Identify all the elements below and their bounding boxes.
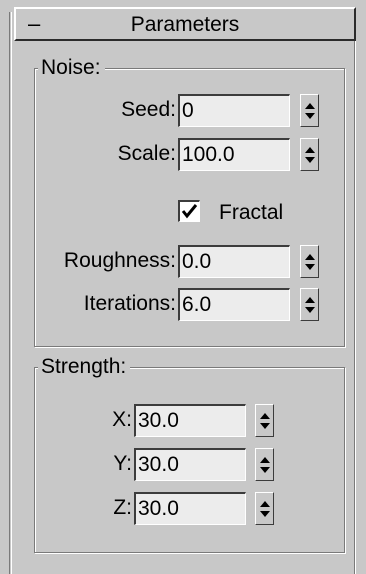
- spinner-up-icon[interactable]: [305, 297, 315, 303]
- spinner-down-icon[interactable]: [305, 307, 315, 313]
- spinner-up-icon[interactable]: [305, 147, 315, 153]
- strength-group-label: Strength:: [38, 354, 131, 380]
- seed-input[interactable]: [178, 94, 290, 127]
- fractal-label: Fractal: [219, 201, 284, 224]
- y-label: Y:: [113, 452, 132, 475]
- scale-spinner[interactable]: [300, 138, 319, 171]
- y-row: Y:: [36, 448, 132, 482]
- spinner-up-icon[interactable]: [260, 457, 270, 463]
- scale-label: Scale:: [117, 142, 176, 165]
- noise-group-label: Noise:: [38, 55, 105, 81]
- seed-spinner[interactable]: [300, 94, 319, 127]
- scale-input[interactable]: [178, 138, 290, 171]
- roughness-input[interactable]: [178, 245, 290, 278]
- spinner-up-icon[interactable]: [305, 103, 315, 109]
- z-label: Z:: [113, 496, 132, 519]
- spinner-down-icon[interactable]: [305, 113, 315, 119]
- spinner-up-icon[interactable]: [305, 254, 315, 260]
- spinner-down-icon[interactable]: [305, 157, 315, 163]
- spinner-up-icon[interactable]: [260, 501, 270, 507]
- fractal-checkbox[interactable]: [178, 200, 200, 222]
- x-strength-input[interactable]: [134, 404, 246, 437]
- roughness-spinner[interactable]: [300, 245, 319, 278]
- spinner-up-icon[interactable]: [260, 413, 270, 419]
- iterations-input[interactable]: [178, 288, 290, 321]
- seed-row: Seed:: [36, 94, 176, 128]
- checkmark-icon: [181, 204, 198, 219]
- rollout-header-parameters[interactable]: – Parameters: [14, 7, 356, 41]
- z-strength-input[interactable]: [134, 492, 246, 525]
- y-strength-spinner[interactable]: [255, 448, 274, 481]
- y-strength-input[interactable]: [134, 448, 246, 481]
- roughness-row: Roughness:: [36, 245, 176, 279]
- x-row: X:: [36, 404, 132, 438]
- roughness-label: Roughness:: [63, 249, 176, 272]
- x-strength-spinner[interactable]: [255, 404, 274, 437]
- spinner-down-icon[interactable]: [260, 511, 270, 517]
- iterations-row: Iterations:: [36, 288, 176, 322]
- rollout-title: Parameters: [130, 13, 240, 36]
- scale-row: Scale:: [36, 138, 176, 172]
- iterations-spinner[interactable]: [300, 288, 319, 321]
- spinner-down-icon[interactable]: [305, 264, 315, 270]
- spinner-down-icon[interactable]: [260, 423, 270, 429]
- z-row: Z:: [36, 492, 132, 526]
- z-strength-spinner[interactable]: [255, 492, 274, 525]
- x-label: X:: [112, 408, 132, 431]
- seed-label: Seed:: [121, 98, 176, 121]
- spinner-down-icon[interactable]: [260, 467, 270, 473]
- iterations-label: Iterations:: [83, 292, 176, 315]
